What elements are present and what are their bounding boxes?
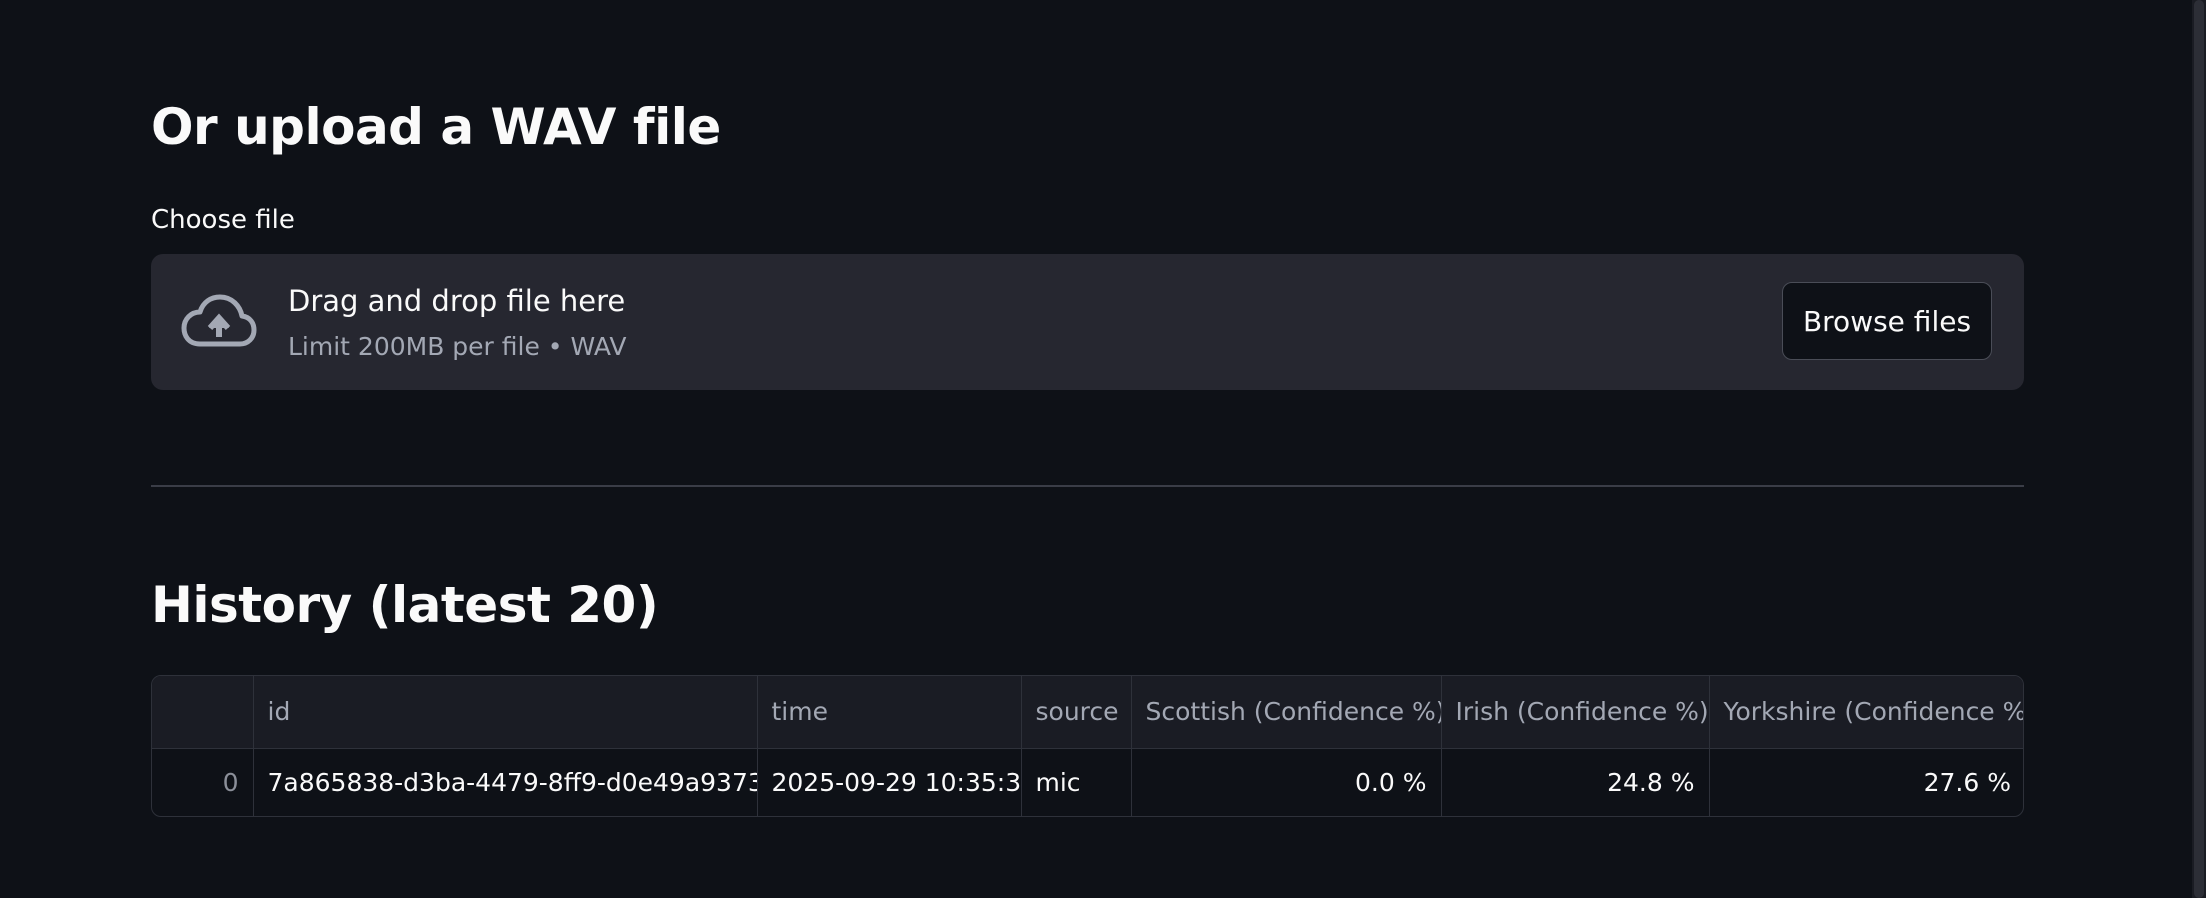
cell-id[interactable]: 7a865838-d3ba-4479-8ff9-d0e49a9373bf [253, 748, 758, 816]
file-uploader-label: Choose file [151, 205, 295, 235]
cell-yorkshire[interactable]: 27.6 % [1709, 748, 2023, 816]
cell-index[interactable]: 0 [152, 748, 254, 816]
column-header-yorkshire[interactable]: Yorkshire (Confidence %) [1709, 676, 2023, 749]
column-header-irish[interactable]: Irish (Confidence %) [1441, 676, 1710, 749]
page-scrollbar[interactable] [2192, 0, 2206, 898]
upload-heading: Or upload a WAV file [151, 98, 721, 156]
cell-source[interactable]: mic [1021, 748, 1132, 816]
cell-time[interactable]: 2025-09-29 10:35:31 [757, 748, 1022, 816]
history-heading: History (latest 20) [151, 576, 659, 634]
file-dropzone[interactable]: Drag and drop file here Limit 200MB per … [151, 254, 2024, 390]
scrollbar-thumb[interactable] [2194, 0, 2204, 898]
column-header-scottish[interactable]: Scottish (Confidence %) [1131, 676, 1442, 749]
column-header-time[interactable]: time [757, 676, 1022, 749]
dropzone-limit-text: Limit 200MB per file • WAV [288, 332, 627, 361]
table-header-row: id time source Scottish (Confidence %) I… [152, 676, 2023, 749]
browse-files-button[interactable]: Browse files [1782, 282, 1992, 360]
column-header-source[interactable]: source [1021, 676, 1132, 749]
column-header-index[interactable] [152, 676, 254, 749]
cell-irish[interactable]: 24.8 % [1441, 748, 1710, 816]
history-table[interactable]: id time source Scottish (Confidence %) I… [151, 675, 2024, 817]
app-page: Or upload a WAV file Choose file Drag an… [0, 0, 2206, 898]
cloud-upload-icon [181, 294, 257, 347]
table-row: 0 7a865838-d3ba-4479-8ff9-d0e49a9373bf 2… [152, 748, 2023, 816]
column-header-id[interactable]: id [253, 676, 758, 749]
cell-scottish[interactable]: 0.0 % [1131, 748, 1442, 816]
section-divider [151, 485, 2024, 487]
dropzone-instruction: Drag and drop file here [288, 284, 626, 318]
